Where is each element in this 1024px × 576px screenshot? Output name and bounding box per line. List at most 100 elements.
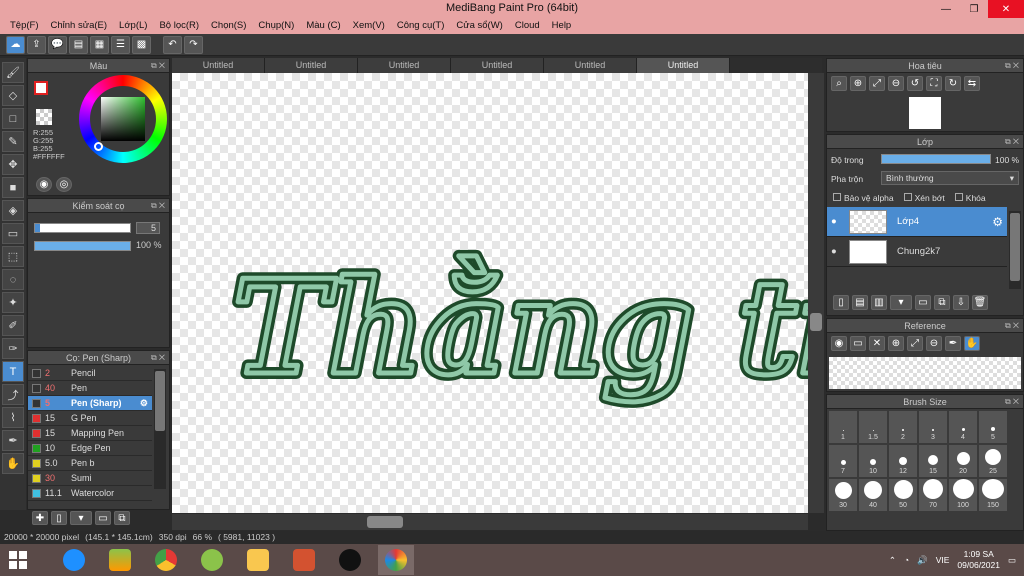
menu-view[interactable]: Xem(V) (347, 18, 391, 34)
menu-filter[interactable]: Bộ lọc(R) (153, 18, 205, 34)
brush-size-cell[interactable]: 30 (829, 479, 857, 511)
eyedropper-icon[interactable]: ✒ (945, 336, 961, 351)
minimize-button[interactable]: — (932, 0, 960, 18)
menu-layer[interactable]: Lớp(L) (113, 18, 153, 34)
taskbar-chrome[interactable] (148, 545, 184, 575)
menu-select[interactable]: Chọn(S) (205, 18, 252, 34)
eraser-tool-icon[interactable]: ◇ (2, 85, 24, 106)
fit-window-icon[interactable]: ⤢ (907, 336, 923, 351)
share-icon[interactable]: ⇪ (27, 35, 46, 54)
brush-size-cell[interactable]: 2 (889, 411, 917, 443)
brush-size-value[interactable]: 5 (136, 222, 160, 234)
scroll-thumb[interactable] (367, 516, 403, 528)
taskbar-powerpoint[interactable] (286, 545, 322, 575)
notification-icon[interactable]: ▭ (1008, 555, 1016, 566)
taskbar-tiktok[interactable] (332, 545, 368, 575)
brush-size-cell[interactable]: 70 (919, 479, 947, 511)
brush-menu-icon[interactable]: ▾ (70, 511, 92, 525)
maximize-button[interactable]: ❐ (960, 0, 988, 18)
network-icon[interactable]: ◔ (904, 555, 909, 565)
volume-icon[interactable]: 🔊 (917, 555, 928, 566)
primary-color-swatch[interactable] (34, 81, 48, 95)
tray-chevron-icon[interactable]: ⌃ (889, 555, 896, 566)
fit-window-icon[interactable]: ⤢ (869, 76, 885, 91)
brush-size-cell[interactable]: 3 (919, 411, 947, 443)
flip-icon[interactable]: ⇆ (964, 76, 980, 91)
layer-row-chung2k7[interactable]: ● Chung2k7 (827, 237, 1007, 267)
panel-controls-icon[interactable]: ⧉ ✕ (151, 199, 165, 213)
layer-row-lop4[interactable]: ● Lớp4 ⚙ (827, 207, 1007, 237)
copy-brush-icon[interactable]: ⧉ (114, 511, 130, 525)
select-eraser-icon[interactable]: ✑ (2, 338, 24, 359)
panel-controls-icon[interactable]: ⧉ ✕ (151, 351, 165, 365)
brush-size-cell[interactable]: 20 (949, 445, 977, 477)
menu-color[interactable]: Màu (C) (300, 18, 346, 34)
magic-wand-icon[interactable]: ✦ (2, 292, 24, 313)
new-brush-icon[interactable]: ▯ (51, 511, 67, 525)
brush-item-pen-sharp[interactable]: 5 Pen (Sharp) ⚙ (28, 396, 152, 411)
drawing-canvas[interactable]: Thằng tiến Thằng tiến (172, 73, 808, 513)
reference-view[interactable] (829, 357, 1021, 389)
brush-item-mapping-pen[interactable]: 15 Mapping Pen (28, 426, 152, 441)
reference-palette-icon[interactable]: ◉ (831, 336, 847, 351)
taskbar-bluestacks[interactable] (102, 545, 138, 575)
brush-size-cell[interactable]: 1 (829, 411, 857, 443)
operation-tool-icon[interactable]: ⤴ (2, 384, 24, 405)
grid-icon[interactable]: ▩ (132, 35, 151, 54)
menu-window[interactable]: Cửa sổ(W) (450, 18, 508, 34)
brush-item-g-pen[interactable]: 15 G Pen (28, 411, 152, 426)
tab-untitled-2[interactable]: Untitled (265, 58, 358, 73)
panel-controls-icon[interactable]: ⧉ ✕ (1005, 319, 1019, 333)
gear-icon[interactable]: ⚙ (992, 215, 1003, 229)
add-brush-icon[interactable]: ✚ (32, 511, 48, 525)
clipping-checkbox[interactable]: Xén bớt (903, 193, 945, 203)
gradient-tool-icon[interactable]: ▭ (2, 223, 24, 244)
blend-mode-select[interactable]: Bình thường ▾ (881, 171, 1019, 185)
hand-icon[interactable]: ✋ (964, 336, 980, 351)
brush-size-cell[interactable]: 15 (919, 445, 947, 477)
open-folder-icon[interactable]: ▭ (850, 336, 866, 351)
rotate-right-icon[interactable]: ↻ (945, 76, 961, 91)
layer-menu-icon[interactable]: ▾ (890, 295, 912, 310)
tab-untitled-5[interactable]: Untitled (544, 58, 637, 73)
select-pen-icon[interactable]: ✐ (2, 315, 24, 336)
close-reference-icon[interactable]: ✕ (869, 336, 885, 351)
gear-icon[interactable]: ⚙ (140, 398, 152, 409)
menu-tools[interactable]: Công cụ(T) (391, 18, 451, 34)
pen-tool-icon[interactable]: ✎ (2, 131, 24, 152)
canvas-horizontal-scrollbar[interactable] (172, 514, 808, 530)
brush-size-cell[interactable]: 1.5 (859, 411, 887, 443)
merge-layer-icon[interactable]: ⇩ (953, 295, 969, 310)
canvas-vertical-scrollbar[interactable] (808, 73, 824, 513)
navigator-preview[interactable] (909, 97, 941, 129)
taskbar-app-green[interactable] (194, 545, 230, 575)
menu-help[interactable]: Help (546, 18, 578, 34)
palette-icon[interactable]: ◉ (36, 177, 52, 192)
taskbar-ie[interactable] (56, 545, 92, 575)
panel-controls-icon[interactable]: ⧉ ✕ (1005, 59, 1019, 73)
new-halftone-layer-icon[interactable]: ▤ (852, 295, 868, 310)
delete-layer-icon[interactable]: 🗑 (972, 295, 988, 310)
brush-item-watercolor[interactable]: 11.1 Watercolor (28, 486, 152, 501)
layer-opacity-slider[interactable] (881, 154, 991, 164)
list-icon[interactable]: ☰ (111, 35, 130, 54)
zoom-in-icon[interactable]: ⊕ (888, 336, 904, 351)
canvas-area[interactable]: Thằng tiến Thằng tiến (172, 73, 808, 513)
fill-rect-tool-icon[interactable]: ■ (2, 177, 24, 198)
scroll-thumb[interactable] (810, 313, 822, 331)
input-language[interactable]: VIE (936, 555, 950, 565)
new-8bit-layer-icon[interactable]: ▥ (871, 295, 887, 310)
clock[interactable]: 1:09 SA 09/06/2021 (957, 549, 1000, 571)
rect-tool-icon[interactable]: □ (2, 108, 24, 129)
brush-size-slider[interactable] (34, 223, 131, 233)
zoom-fit-icon[interactable]: ⌕ (831, 76, 847, 91)
lasso-tool-icon[interactable]: ◌ (2, 269, 24, 290)
brush-size-cell[interactable]: 12 (889, 445, 917, 477)
hand-tool-icon[interactable]: ✋ (2, 453, 24, 474)
brush-size-cell[interactable]: 50 (889, 479, 917, 511)
dropper-tool-icon[interactable]: ⌇ (2, 407, 24, 428)
saturation-square[interactable] (101, 97, 145, 141)
transparent-swatch[interactable] (36, 109, 52, 125)
select-rect-tool-icon[interactable]: ⬚ (2, 246, 24, 267)
document-icon[interactable]: ▦ (90, 35, 109, 54)
